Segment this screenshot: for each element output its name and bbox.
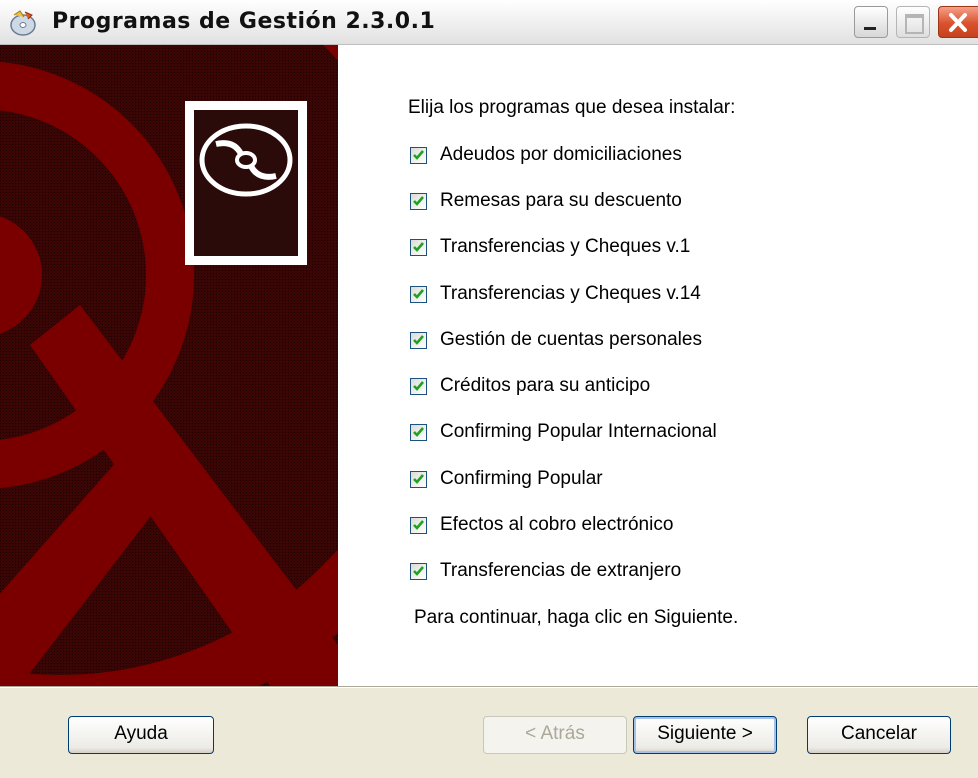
checkbox[interactable] (410, 423, 427, 441)
checkbox[interactable] (410, 331, 427, 349)
cd-emblem (185, 101, 307, 265)
program-label: Confirming Popular (440, 468, 603, 489)
program-option[interactable]: Confirming Popular (410, 466, 603, 492)
checkbox[interactable] (410, 377, 427, 395)
checkmark-icon (413, 241, 424, 252)
program-label: Adeudos por domiciliaciones (440, 144, 682, 165)
checkmark-icon (413, 565, 424, 576)
program-option[interactable]: Transferencias y Cheques v.14 (410, 281, 701, 307)
program-option[interactable]: Efectos al cobro electrónico (410, 512, 673, 538)
program-option[interactable]: Créditos para su anticipo (410, 373, 650, 399)
minimize-button[interactable] (854, 6, 888, 38)
instructions-label: Elija los programas que desea instalar: (408, 97, 736, 118)
program-option[interactable]: Remesas para su descuento (410, 188, 682, 214)
program-label: Transferencias de extranjero (440, 560, 682, 581)
program-label: Gestión de cuentas personales (440, 329, 702, 350)
banner-graphic (0, 45, 338, 686)
maximize-icon (905, 14, 924, 34)
program-option[interactable]: Confirming Popular Internacional (410, 419, 717, 445)
divider (0, 686, 978, 688)
title-bar[interactable]: Programas de Gestión 2.3.0.1 (0, 0, 978, 45)
program-label: Créditos para su anticipo (440, 375, 651, 396)
installer-cd-icon (8, 9, 38, 37)
program-option[interactable]: Adeudos por domiciliaciones (410, 142, 682, 168)
back-button[interactable]: < Atrás (483, 716, 627, 754)
cd-disc-icon (199, 123, 293, 197)
program-option[interactable]: Gestión de cuentas personales (410, 327, 702, 353)
checkmark-icon (413, 426, 424, 437)
checkmark-icon (413, 473, 424, 484)
selection-panel: Elija los programas que desea instalar: … (338, 45, 978, 686)
help-button[interactable]: Ayuda (68, 716, 214, 754)
checkbox[interactable] (410, 470, 427, 488)
continue-instruction: Para continuar, haga clic en Siguiente. (414, 607, 739, 628)
next-button[interactable]: Siguiente > (633, 716, 777, 754)
checkbox[interactable] (410, 146, 427, 164)
program-option[interactable]: Transferencias y Cheques v.1 (410, 234, 690, 260)
program-option[interactable]: Transferencias de extranjero (410, 558, 681, 584)
checkbox[interactable] (410, 238, 427, 256)
checkmark-icon (413, 519, 424, 530)
checkmark-icon (413, 195, 424, 206)
checkmark-icon (413, 149, 424, 160)
close-icon (949, 13, 967, 32)
checkbox[interactable] (410, 192, 427, 210)
maximize-button[interactable] (896, 6, 930, 38)
window-title: Programas de Gestión 2.3.0.1 (52, 9, 436, 34)
program-label: Transferencias y Cheques v.14 (440, 283, 701, 304)
checkbox[interactable] (410, 562, 427, 580)
minimize-icon (864, 27, 876, 30)
program-label: Transferencias y Cheques v.1 (440, 236, 691, 257)
close-button[interactable] (938, 6, 978, 38)
program-label: Confirming Popular Internacional (440, 421, 717, 442)
checkmark-icon (413, 334, 424, 345)
checkbox[interactable] (410, 285, 427, 303)
checkbox[interactable] (410, 516, 427, 534)
checkmark-icon (413, 380, 424, 391)
program-label: Efectos al cobro electrónico (440, 514, 674, 535)
cancel-button[interactable]: Cancelar (807, 716, 951, 754)
program-label: Remesas para su descuento (440, 190, 682, 211)
checkmark-icon (413, 288, 424, 299)
